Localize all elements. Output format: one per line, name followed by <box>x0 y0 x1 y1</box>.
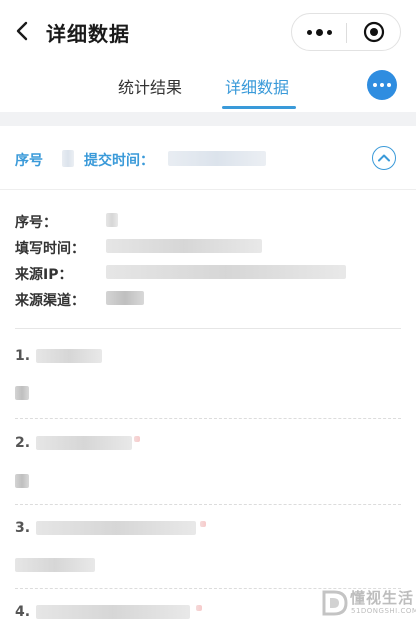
required-mark <box>134 436 140 442</box>
back-arrow-icon[interactable] <box>10 18 36 44</box>
redacted-meta-seq <box>106 213 118 227</box>
redacted-question-title <box>36 521 196 535</box>
question-number: 2. <box>15 435 31 451</box>
watermark-logo-icon <box>322 590 348 616</box>
mini-program-capsule <box>291 13 401 51</box>
record-meta: 序号： 填写时间： 来源IP： 来源渠道： <box>0 190 416 328</box>
watermark-subtext: 51DONGSHI.COM <box>351 607 416 615</box>
watermark-text: 懂视生活 <box>350 589 415 607</box>
question-divider <box>15 504 401 505</box>
tab-bar: 统计结果 详细数据 <box>0 62 416 112</box>
close-mini-program-icon[interactable] <box>348 14 400 50</box>
question-number: 3. <box>15 520 31 536</box>
question-divider <box>15 418 401 419</box>
redacted-question-title <box>36 605 190 619</box>
required-mark <box>200 521 206 527</box>
redacted-meta-channel <box>106 291 144 305</box>
section-gap <box>0 112 416 126</box>
redacted-answer <box>15 474 29 488</box>
record-seq-label: 序号 <box>15 153 43 169</box>
floating-more-button[interactable] <box>367 70 397 100</box>
meta-channel-label: 来源渠道： <box>15 293 85 309</box>
meta-seq-label: 序号： <box>15 215 57 231</box>
tab-statistics[interactable]: 统计结果 <box>118 74 182 98</box>
record-time-label: 提交时间： <box>84 153 154 169</box>
record-header[interactable]: 序号 提交时间： <box>0 126 416 190</box>
redacted-time-value <box>168 151 266 166</box>
question-number: 1. <box>15 348 31 364</box>
collapse-chevron-icon[interactable] <box>372 146 396 170</box>
meta-time-label: 填写时间： <box>15 241 85 257</box>
capsule-divider <box>346 23 347 43</box>
required-mark <box>196 605 202 611</box>
redacted-answer <box>15 386 29 400</box>
page-title: 详细数据 <box>46 22 130 46</box>
redacted-meta-time <box>106 239 262 253</box>
question-number: 4. <box>15 604 31 620</box>
more-options-icon[interactable] <box>292 14 346 50</box>
site-watermark: 懂视生活 51DONGSHI.COM <box>318 585 416 622</box>
redacted-question-title <box>36 436 132 450</box>
redacted-meta-ip <box>106 265 346 279</box>
meta-divider <box>15 328 401 329</box>
active-tab-indicator <box>222 106 296 109</box>
redacted-answer <box>15 558 95 572</box>
meta-ip-label: 来源IP： <box>15 267 73 283</box>
redacted-question-title <box>36 349 102 363</box>
tab-detail-data[interactable]: 详细数据 <box>225 74 289 98</box>
navbar: 详细数据 <box>0 0 416 62</box>
redacted-seq-value <box>62 150 74 167</box>
